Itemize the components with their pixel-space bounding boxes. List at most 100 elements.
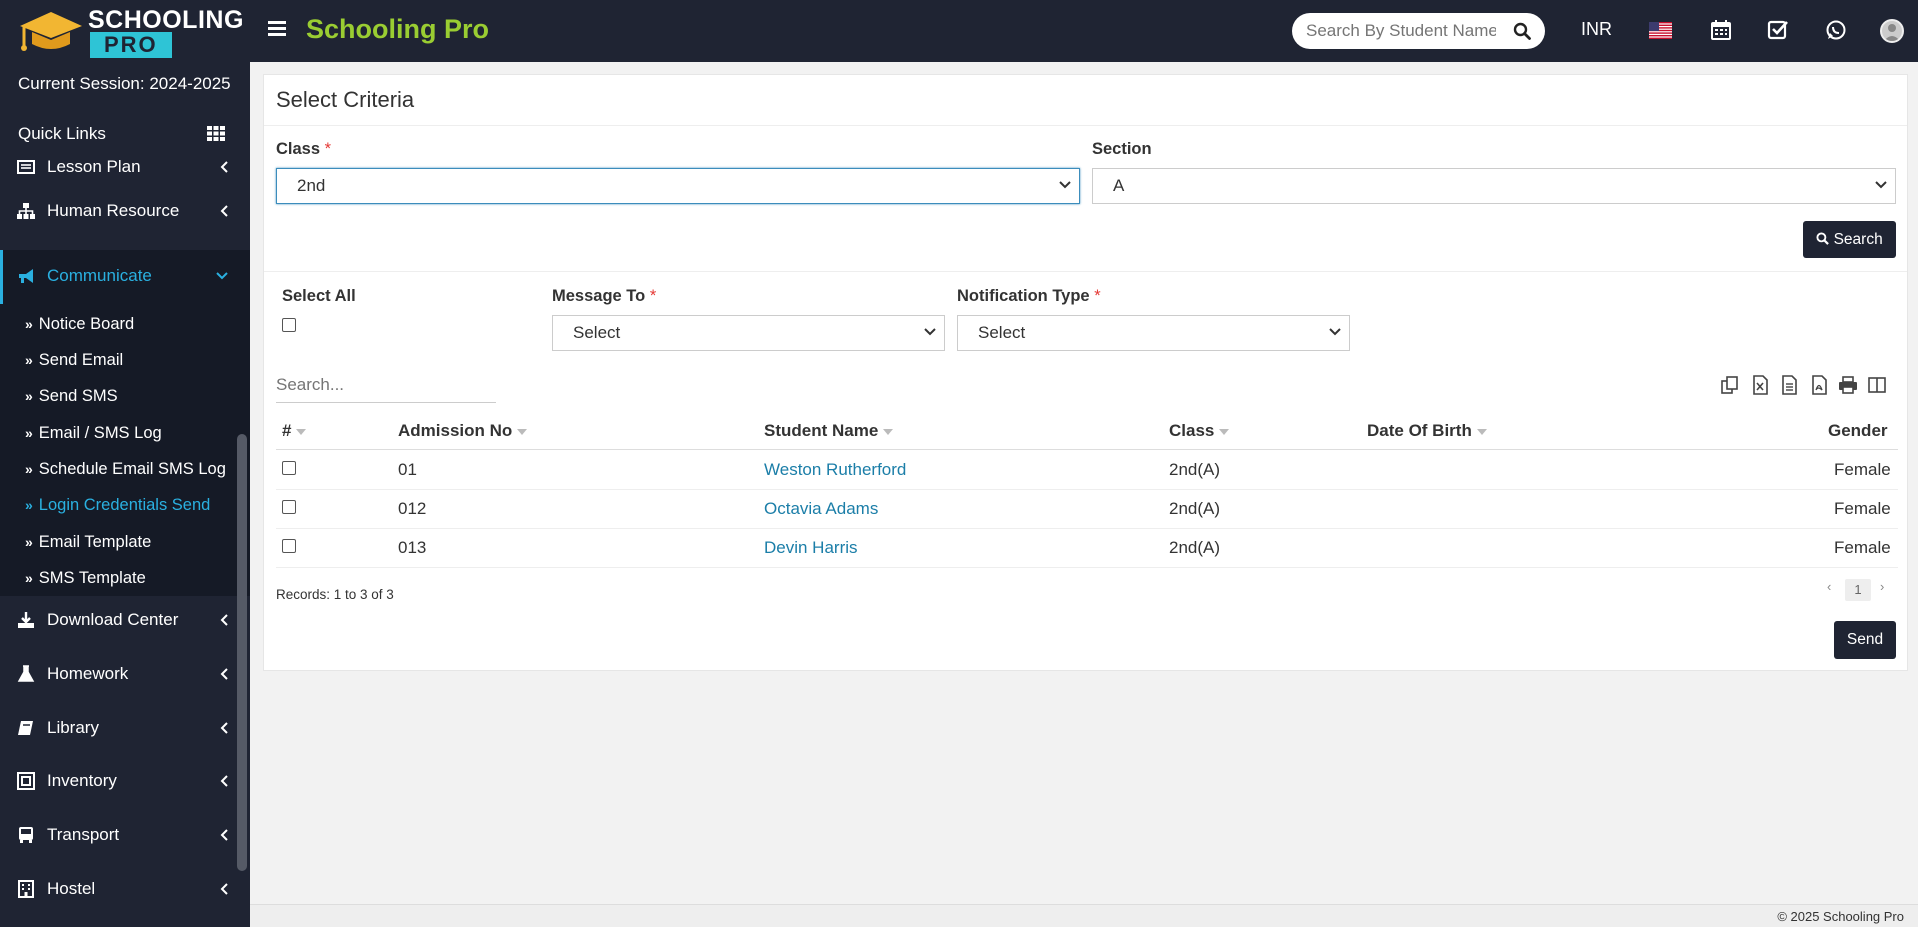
chevron-left-icon [220,205,228,217]
sort-icon [517,428,528,435]
double-chevron-icon: » [25,497,33,513]
logo[interactable]: SCHOOLING PRO [10,4,250,60]
row-checkbox[interactable] [282,539,296,553]
column-header-admission[interactable]: Admission No [398,421,528,441]
sidebar-item-hostel[interactable]: Hostel [0,863,250,917]
sidebar-item-homework[interactable]: Homework [0,648,250,702]
row-checkbox[interactable] [282,500,296,514]
table-search[interactable] [276,375,496,403]
sidebar-item-inventory[interactable]: Inventory [0,755,250,809]
chevron-left-icon [220,614,228,626]
student-name-link[interactable]: Octavia Adams [764,499,878,519]
grid-icon[interactable] [207,126,225,141]
pdf-icon[interactable] [1809,375,1829,395]
sidebar-item-library[interactable]: Library [0,702,250,756]
excel-icon[interactable] [1750,375,1770,395]
inventory-icon [17,772,35,790]
task-check-icon[interactable] [1767,19,1789,41]
sidebar-item-label: Communicate [47,266,152,285]
bullhorn-icon [19,269,33,283]
search-icon [1816,232,1830,245]
chevron-down-icon [1329,328,1341,336]
calendar-icon[interactable] [1710,19,1732,41]
message-to-select[interactable]: Select [552,315,945,351]
sidebar-item-transport[interactable]: Transport [0,809,250,863]
submenu-item-email-template[interactable]: » Email Template [25,533,151,552]
double-chevron-icon: » [25,352,33,368]
sort-icon [1219,428,1230,435]
column-header-gender[interactable]: Gender [1828,421,1888,441]
divider [264,125,1907,126]
student-name-link[interactable]: Devin Harris [764,538,858,558]
pagination-page[interactable]: 1 [1845,579,1871,601]
student-search-box[interactable] [1292,13,1545,49]
pagination-next[interactable]: › [1880,579,1884,594]
table-cell-class: 2nd(A) [1169,460,1221,479]
column-header-dob[interactable]: Date Of Birth [1367,421,1487,441]
sidebar-item-label: Download Center [47,610,179,629]
sidebar-item-label: Homework [47,664,129,683]
notification-type-select[interactable]: Select [957,315,1350,351]
sidebar-item-label: Transport [47,825,120,844]
search-button[interactable]: Search [1803,221,1896,258]
select-all-label: Select All [282,287,356,305]
table-cell-gender: Female [1834,538,1891,557]
double-chevron-icon: » [25,570,33,586]
sidebar-item-human-resource[interactable]: Human Resource [0,185,250,239]
column-header-index[interactable]: # [282,421,307,441]
submenu-item-email-sms-log[interactable]: » Email / SMS Log [25,424,162,443]
table-search-input[interactable] [276,375,496,395]
submenu-item-login-credentials[interactable]: » Login Credentials Send [25,496,210,515]
table-cell-gender: Female [1834,499,1891,518]
sidebar-item-label: Inventory [47,771,117,790]
columns-icon[interactable] [1867,375,1887,395]
search-icon[interactable] [1513,22,1531,40]
menu-toggle-icon[interactable] [268,18,286,42]
csv-icon[interactable] [1779,375,1799,395]
column-header-class[interactable]: Class [1169,421,1230,441]
message-to-label: Message To * [552,287,657,305]
select-all-checkbox[interactable] [282,318,296,332]
submenu-item-sms-template[interactable]: » SMS Template [25,569,146,588]
send-button[interactable]: Send [1834,621,1896,659]
submenu-item-schedule-log[interactable]: » Schedule Email SMS Log [25,460,226,479]
student-name-link[interactable]: Weston Rutherford [764,460,906,480]
student-search-input[interactable] [1306,21,1496,41]
user-avatar[interactable] [1880,19,1904,43]
logo-text-bottom: PRO [90,32,172,58]
class-select[interactable]: 2nd [276,168,1080,204]
submenu-item-send-sms[interactable]: » Send SMS [25,387,118,406]
current-session: Current Session: 2024-2025 [18,74,231,93]
sidebar-item-label: Lesson Plan [47,157,141,176]
pagination-prev[interactable]: ‹ [1827,579,1831,594]
sort-icon [1476,428,1487,435]
us-flag-icon[interactable] [1649,22,1672,39]
communicate-submenu: » Notice Board » Send Email » Send SMS » Ema… [0,304,250,596]
row-divider [276,567,1898,568]
column-header-student-name[interactable]: Student Name [764,421,894,441]
bus-icon [19,827,33,843]
submenu-item-send-email[interactable]: » Send Email [25,351,123,370]
copy-icon[interactable] [1720,375,1740,395]
row-checkbox[interactable] [282,461,296,475]
footer: © 2025 Schooling Pro [250,904,1918,927]
sidebar-item-download-center[interactable]: Download Center [0,594,250,648]
sort-icon [296,428,307,435]
double-chevron-icon: » [25,388,33,404]
currency-selector[interactable]: INR [1581,19,1612,40]
sidebar-scrollbar[interactable] [237,434,247,871]
double-chevron-icon: » [25,316,33,332]
print-icon[interactable] [1838,375,1858,395]
brand-title: Schooling Pro [306,14,490,44]
graduation-cap-icon [20,12,82,51]
class-label: Class * [276,140,332,158]
chevron-left-icon [220,775,228,787]
select-criteria-panel: Select Criteria Class * 2nd Section A Se… [263,74,1908,671]
section-select[interactable]: A [1092,168,1896,204]
submenu-item-notice-board[interactable]: » Notice Board [25,315,134,334]
sidebar-item-communicate[interactable]: Communicate [0,250,250,304]
whatsapp-icon[interactable] [1825,19,1847,41]
sitemap-icon [17,203,35,219]
copyright-text: © 2025 Schooling Pro [1777,909,1904,924]
chevron-down-icon [216,272,228,280]
